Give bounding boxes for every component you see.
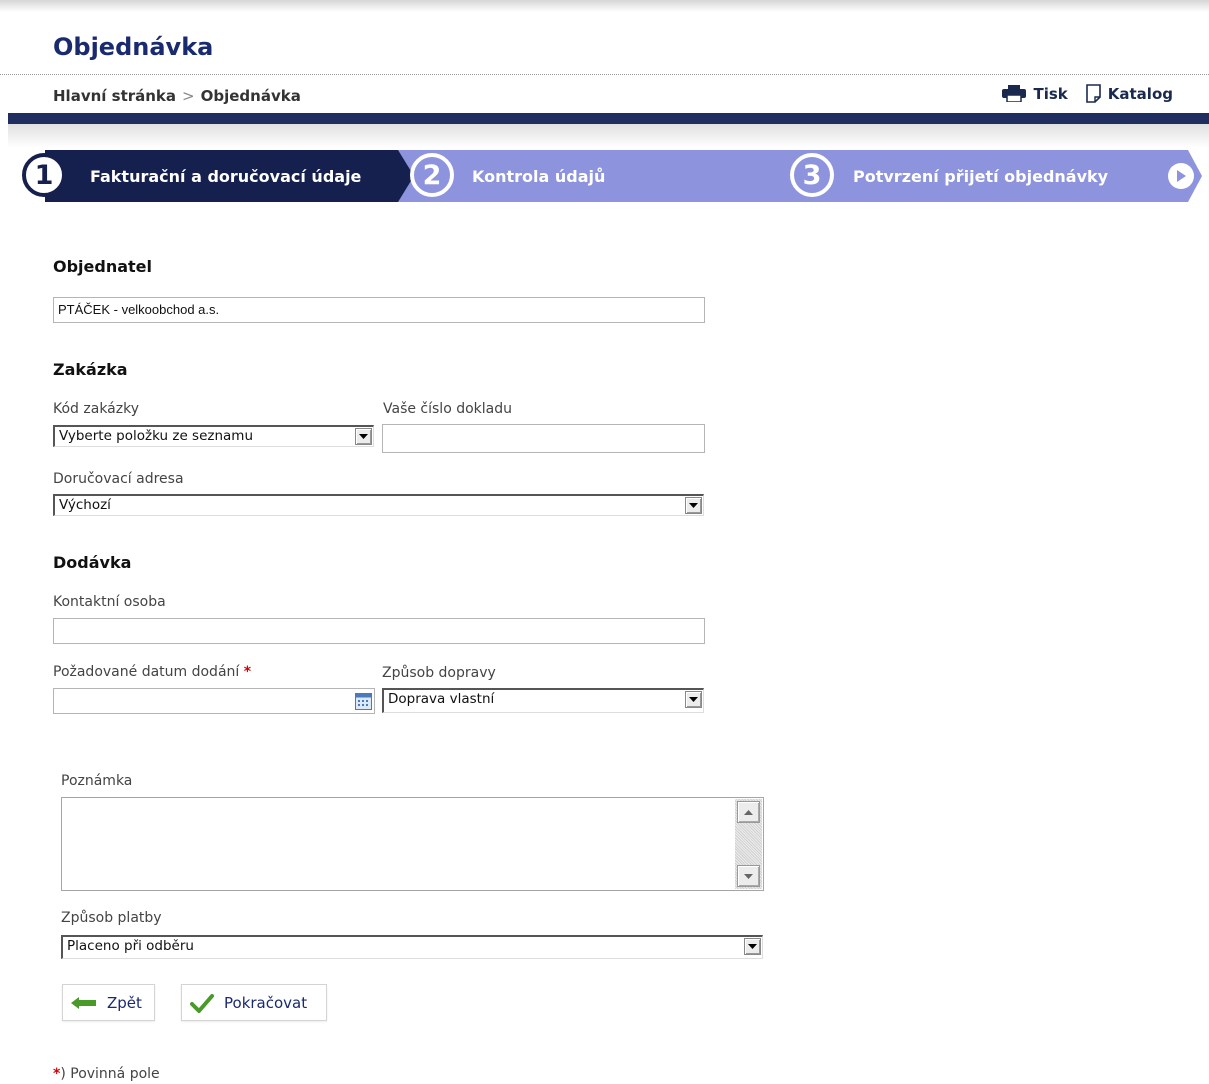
contract-code-value: Vyberte položku ze seznamu xyxy=(59,428,253,444)
delivery-address-value: Výchozí xyxy=(59,497,111,513)
chevron-down-icon xyxy=(685,691,702,708)
transport-value: Doprava vlastní xyxy=(388,691,495,707)
step-2-label: Kontrola údajů xyxy=(472,167,606,186)
footnote-text: Povinná pole xyxy=(70,1066,160,1082)
breadcrumb-separator: > xyxy=(182,87,195,105)
note-textarea[interactable] xyxy=(61,797,764,891)
print-label: Tisk xyxy=(1033,84,1068,103)
breadcrumb-current: Objednávka xyxy=(200,87,301,105)
navbar-shadow xyxy=(8,124,1209,148)
delivery-date-label: Požadované datum dodání * xyxy=(53,664,251,680)
continue-button[interactable]: Pokračovat xyxy=(181,984,327,1021)
back-button[interactable]: Zpět xyxy=(62,984,155,1021)
checkout-steps: 1 Fakturační a doručovací údaje 2 Kontro… xyxy=(0,150,1209,202)
contract-code-select[interactable]: Vyberte položku ze seznamu xyxy=(53,425,374,447)
step-1-number: 1 xyxy=(22,153,66,197)
note-label: Poznámka xyxy=(61,773,133,789)
delivery-date-input[interactable] xyxy=(53,688,375,714)
delivery-heading: Dodávka xyxy=(53,553,132,572)
checkmark-icon xyxy=(190,993,214,1013)
required-fields-note: *) Povinná pole xyxy=(53,1066,160,1082)
back-label: Zpět xyxy=(107,993,142,1012)
top-links: Tisk Katalog xyxy=(984,84,1173,103)
note-scrollbar[interactable] xyxy=(735,799,762,889)
delivery-address-select[interactable]: Výchozí xyxy=(53,494,704,516)
contract-heading: Zakázka xyxy=(53,360,128,379)
catalog-link[interactable]: Katalog xyxy=(1085,84,1173,103)
payment-label: Způsob platby xyxy=(61,910,162,926)
continue-label: Pokračovat xyxy=(224,993,308,1012)
page-title: Objednávka xyxy=(53,33,214,61)
step-3-label: Potvrzení přijetí objednávky xyxy=(853,167,1109,186)
next-step-arrow-icon xyxy=(1168,163,1194,189)
main-navbar xyxy=(8,113,1209,124)
calendar-icon[interactable] xyxy=(355,693,372,710)
printer-icon xyxy=(1002,85,1027,102)
scroll-down-icon[interactable] xyxy=(737,865,760,887)
doc-number-label: Vaše číslo dokladu xyxy=(383,401,513,417)
title-divider xyxy=(0,74,1209,75)
contact-person-label: Kontaktní osoba xyxy=(53,594,166,610)
contract-code-label: Kód zakázky xyxy=(53,401,139,417)
step-2-number: 2 xyxy=(410,153,454,197)
delivery-address-label: Doručovací adresa xyxy=(53,471,184,487)
scroll-up-icon[interactable] xyxy=(737,801,760,823)
step-3-number: 3 xyxy=(790,153,834,197)
chevron-down-icon xyxy=(685,497,702,514)
chevron-down-icon xyxy=(744,938,761,955)
orderer-heading: Objednatel xyxy=(53,257,153,276)
breadcrumb-home-link[interactable]: Hlavní stránka xyxy=(53,87,176,105)
orderer-field[interactable]: PTÁČEK - velkoobchod a.s. xyxy=(53,297,705,323)
contact-person-input[interactable] xyxy=(53,618,705,644)
payment-value: Placeno při odběru xyxy=(67,938,194,954)
payment-select[interactable]: Placeno při odběru xyxy=(61,935,763,959)
print-link[interactable]: Tisk xyxy=(1002,84,1068,103)
arrow-left-icon xyxy=(71,996,97,1009)
doc-number-input[interactable] xyxy=(382,424,705,453)
delivery-date-label-text: Požadované datum dodání xyxy=(53,664,240,680)
chevron-down-icon xyxy=(355,428,372,445)
step-1-label: Fakturační a doručovací údaje xyxy=(90,167,362,186)
required-mark: * xyxy=(243,664,252,680)
breadcrumb: Hlavní stránka > Objednávka xyxy=(53,87,301,105)
footnote-paren: ) xyxy=(60,1066,66,1082)
top-shadow xyxy=(0,0,1209,12)
transport-select[interactable]: Doprava vlastní xyxy=(382,688,704,713)
document-icon xyxy=(1085,84,1101,103)
transport-label: Způsob dopravy xyxy=(382,665,496,681)
catalog-label: Katalog xyxy=(1107,84,1173,103)
